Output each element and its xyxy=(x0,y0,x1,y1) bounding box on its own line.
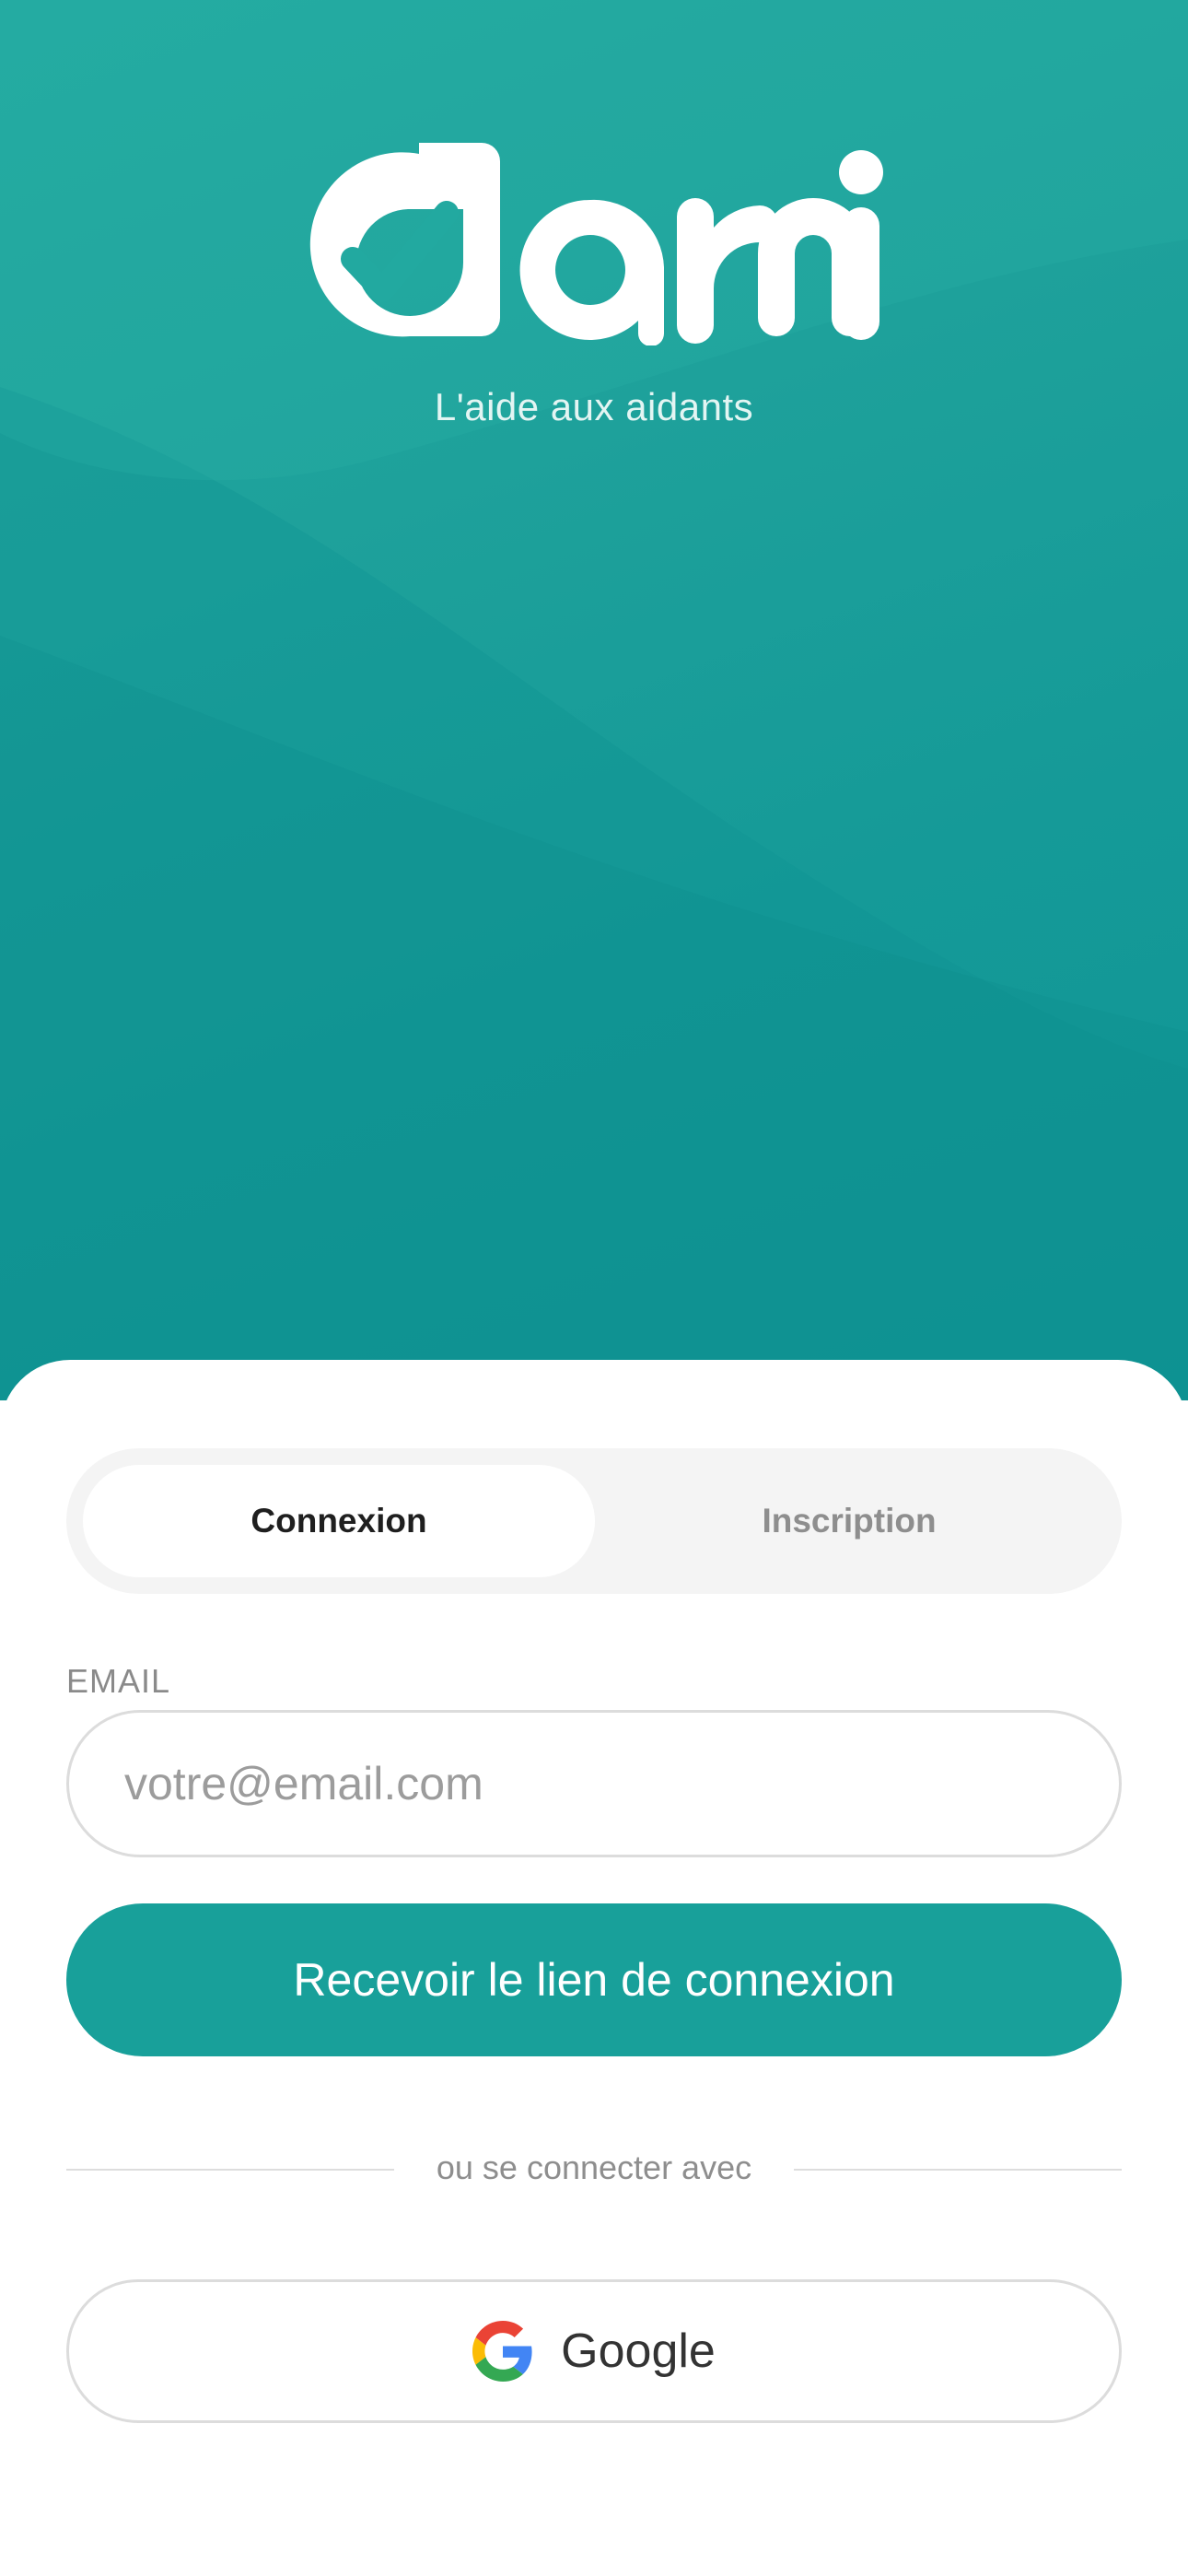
divider: ou se connecter avec xyxy=(66,2137,1122,2202)
tab-inscription[interactable]: Inscription xyxy=(593,1465,1105,1577)
google-login-button[interactable]: Google xyxy=(66,2279,1122,2423)
tab-connexion[interactable]: Connexion xyxy=(83,1465,595,1577)
google-icon xyxy=(472,2321,532,2382)
auth-tabs: Connexion Inscription xyxy=(66,1448,1122,1594)
email-label: EMAIL xyxy=(66,1662,171,1700)
divider-text: ou se connecter avec xyxy=(436,2149,752,2186)
email-input[interactable] xyxy=(66,1710,1122,1857)
hero-background: L'aide aux aidants xyxy=(0,0,1188,1400)
send-login-link-button[interactable]: Recevoir le lien de connexion xyxy=(66,1903,1122,2056)
darni-logo xyxy=(309,143,883,345)
divider-line-right xyxy=(794,2169,1122,2171)
tagline: L'aide aux aidants xyxy=(434,385,754,428)
google-button-label: Google xyxy=(561,2324,716,2378)
